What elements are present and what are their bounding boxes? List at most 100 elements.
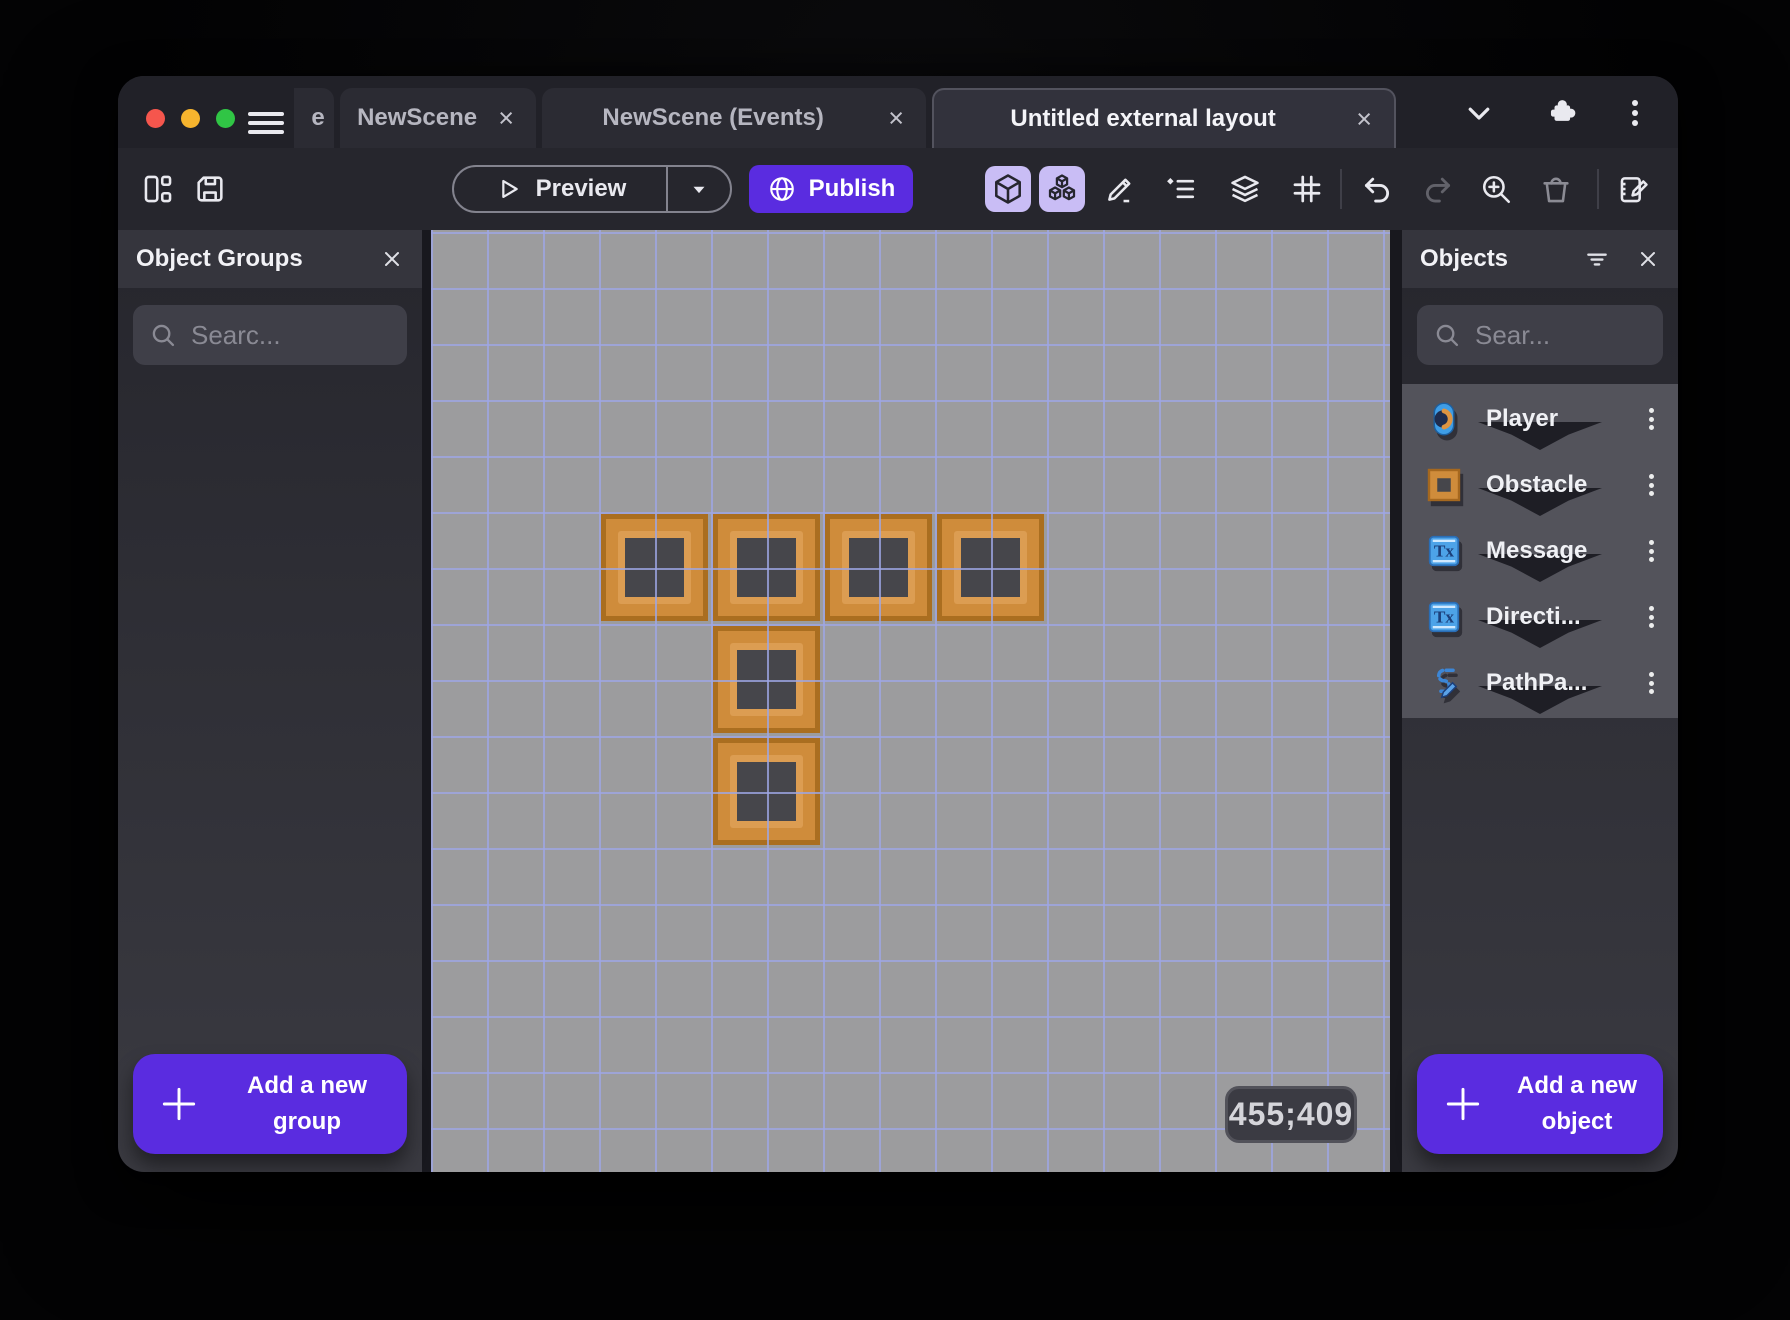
- object-groups-header: Object Groups: [118, 230, 422, 288]
- obstacle-tile-instance[interactable]: [601, 514, 708, 621]
- object-menu-kebab-icon[interactable]: [1638, 537, 1664, 566]
- object-row-player[interactable]: Player: [1402, 386, 1678, 452]
- tab-close-icon[interactable]: ×: [1352, 104, 1394, 135]
- svg-text:Tx: Tx: [1434, 542, 1455, 561]
- tab-newscene-events[interactable]: NewScene (Events) ×: [542, 88, 926, 148]
- close-window-button[interactable]: [146, 109, 165, 128]
- edit-pencil-icon[interactable]: [1100, 169, 1140, 209]
- plus-icon: [1417, 1082, 1509, 1126]
- undo-icon[interactable]: [1357, 169, 1397, 209]
- object-row-pathpainter[interactable]: PathPa...: [1402, 650, 1678, 716]
- obstacle-tile-instance[interactable]: [825, 514, 932, 621]
- window-menu-kebab-icon[interactable]: [1632, 96, 1638, 130]
- search-icon: [1433, 321, 1461, 349]
- search-box[interactable]: [133, 305, 407, 365]
- redo-icon[interactable]: [1418, 169, 1458, 209]
- tab-untitled-external-layout[interactable]: Untitled external layout ×: [932, 88, 1396, 148]
- object-row-message[interactable]: Tx Message: [1402, 518, 1678, 584]
- object-groups-list-empty: [118, 384, 422, 1054]
- obstacle-tile-instance[interactable]: [713, 514, 820, 621]
- main-menu-icon[interactable]: [248, 112, 284, 136]
- objects-footer: Add a new object: [1402, 1054, 1678, 1172]
- close-panel-icon[interactable]: [380, 247, 404, 271]
- object-groups-search-area: [118, 288, 422, 384]
- search-box[interactable]: [1417, 305, 1663, 365]
- objects-list: Player Obstacle: [1402, 384, 1678, 718]
- desktop-background: e NewScene × NewScene (Events) × Untitle…: [0, 0, 1790, 1320]
- instances-panel-toggle-button[interactable]: [1039, 166, 1085, 212]
- search-icon: [149, 321, 177, 349]
- globe-icon: [767, 174, 797, 204]
- add-object-label: Add a new object: [1509, 1068, 1663, 1140]
- objects-search-area: [1402, 288, 1678, 384]
- objects-search-input[interactable]: [1475, 320, 1647, 351]
- canvas-grid: [431, 230, 1390, 1172]
- object-menu-kebab-icon[interactable]: [1638, 669, 1664, 698]
- object-menu-kebab-icon[interactable]: [1638, 471, 1664, 500]
- zoom-in-icon[interactable]: [1476, 169, 1516, 209]
- close-panel-icon[interactable]: [1636, 247, 1660, 271]
- tab-label: NewScene: [340, 104, 494, 132]
- text-object-icon: Tx: [1426, 533, 1462, 569]
- toolbar-divider: [1597, 169, 1599, 209]
- obstacle-tile-instance[interactable]: [713, 738, 820, 845]
- tab-close-icon[interactable]: ×: [494, 103, 536, 134]
- cursor-coordinates-badge: 455;409: [1225, 1086, 1357, 1143]
- object-row-obstacle[interactable]: Obstacle: [1402, 452, 1678, 518]
- publish-button[interactable]: Publish: [749, 165, 913, 213]
- minimize-window-button[interactable]: [181, 109, 200, 128]
- tab-label: e: [302, 104, 334, 132]
- object-menu-kebab-icon[interactable]: [1638, 603, 1664, 632]
- panel-title: Object Groups: [136, 245, 380, 273]
- add-object-button[interactable]: Add a new object: [1417, 1054, 1663, 1154]
- object-name: Player: [1486, 405, 1638, 433]
- tab-partial[interactable]: e: [294, 88, 334, 148]
- object-name: Message: [1486, 537, 1638, 565]
- preview-options-button[interactable]: [666, 167, 730, 211]
- object-groups-search-input[interactable]: [191, 320, 391, 351]
- plus-icon: [133, 1082, 225, 1126]
- preview-button[interactable]: Preview: [454, 167, 666, 211]
- cube-icon: [990, 171, 1026, 207]
- publish-label: Publish: [809, 175, 896, 203]
- obstacle-tile-instance[interactable]: [937, 514, 1044, 621]
- layers-icon[interactable]: [1225, 169, 1265, 209]
- object-groups-footer: Add a new group: [118, 1054, 422, 1172]
- add-group-button[interactable]: Add a new group: [133, 1054, 407, 1154]
- objects-panel-toggle-button[interactable]: [985, 166, 1031, 212]
- objects-panel: Objects: [1402, 230, 1678, 1172]
- add-group-label: Add a new group: [225, 1068, 407, 1140]
- titlebar: e NewScene × NewScene (Events) × Untitle…: [118, 76, 1678, 148]
- toolbar-divider: [1340, 169, 1342, 209]
- gdevelop-window: e NewScene × NewScene (Events) × Untitle…: [118, 76, 1678, 1172]
- edit-scene-properties-icon[interactable]: [1614, 169, 1654, 209]
- preview-button-group: Preview: [452, 165, 732, 213]
- obstacle-icon: [1426, 467, 1462, 503]
- chevron-down-icon[interactable]: [1464, 98, 1494, 128]
- save-icon[interactable]: [190, 169, 230, 209]
- extensions-puzzle-icon[interactable]: [1546, 94, 1580, 128]
- object-row-directions[interactable]: Tx Directi...: [1402, 584, 1678, 650]
- maximize-window-button[interactable]: [216, 109, 235, 128]
- tab-newscene[interactable]: NewScene ×: [340, 88, 536, 148]
- toolbar: Preview Publish: [118, 148, 1678, 230]
- object-groups-panel: Object Groups: [118, 230, 422, 1172]
- content-area: Object Groups: [118, 230, 1678, 1172]
- object-name: PathPa...: [1486, 669, 1638, 697]
- tab-close-icon[interactable]: ×: [884, 103, 926, 134]
- obstacle-tile-instance[interactable]: [713, 626, 820, 733]
- play-icon: [494, 175, 522, 203]
- sort-filter-icon[interactable]: [1584, 246, 1610, 272]
- svg-text:Tx: Tx: [1434, 608, 1455, 627]
- trash-icon[interactable]: [1536, 169, 1576, 209]
- player-icon: [1426, 401, 1462, 437]
- caret-down-icon: [688, 178, 710, 200]
- tab-label: Untitled external layout: [934, 105, 1352, 133]
- scene-editor-canvas[interactable]: 455;409: [431, 230, 1390, 1172]
- object-menu-kebab-icon[interactable]: [1638, 405, 1664, 434]
- grid-icon[interactable]: [1287, 169, 1327, 209]
- preview-label: Preview: [536, 175, 627, 203]
- instance-properties-icon[interactable]: [1160, 169, 1200, 209]
- object-name: Obstacle: [1486, 471, 1638, 499]
- home-panels-icon[interactable]: [138, 169, 178, 209]
